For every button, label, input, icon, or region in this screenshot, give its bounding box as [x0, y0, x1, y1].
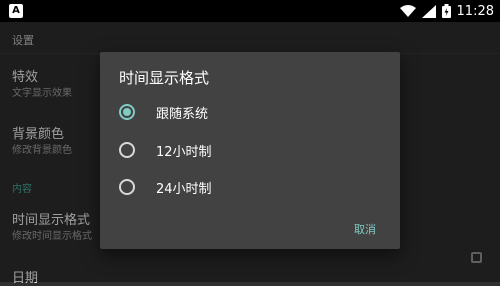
- wifi-icon: [399, 5, 416, 17]
- status-bar: A 11:28: [0, 0, 500, 22]
- battery-icon: [441, 4, 451, 18]
- dialog-title: 时间显示格式: [119, 69, 210, 87]
- option-label: 跟随系统: [156, 107, 209, 122]
- signal-icon: [421, 4, 436, 18]
- option-label: 24小时制: [156, 182, 212, 197]
- radio-unchecked-icon[interactable]: [119, 179, 135, 195]
- cancel-button[interactable]: 取消: [354, 221, 376, 237]
- option-label: 12小时制: [156, 145, 212, 160]
- clock: 11:28: [456, 3, 494, 19]
- radio-unchecked-icon[interactable]: [119, 142, 135, 158]
- time-format-dialog: 时间显示格式 跟随系统 12小时制 24小时制 取消: [100, 52, 400, 249]
- notification-icon: A: [9, 4, 23, 18]
- status-icons: 11:28: [399, 0, 494, 22]
- radio-checked-icon[interactable]: [119, 104, 135, 120]
- option-follow-system[interactable]: 跟随系统: [119, 102, 369, 122]
- option-24-hour[interactable]: 24小时制: [119, 177, 369, 197]
- option-12-hour[interactable]: 12小时制: [119, 140, 369, 160]
